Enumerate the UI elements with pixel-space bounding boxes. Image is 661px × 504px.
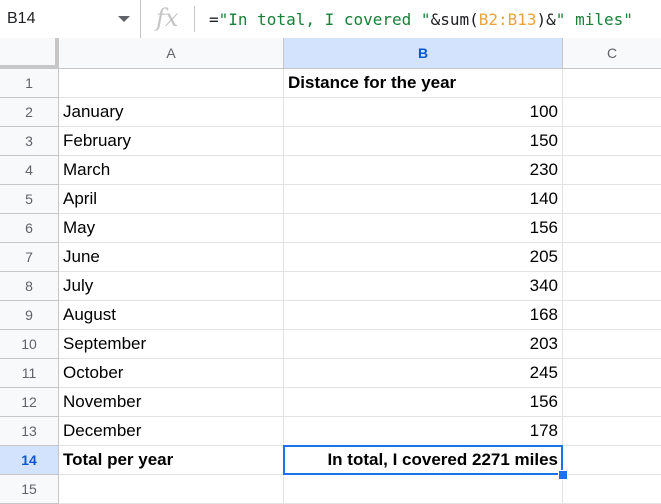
cell-c7[interactable] — [563, 243, 661, 272]
cell-b12[interactable]: 156 — [284, 388, 563, 417]
fill-handle[interactable] — [558, 470, 568, 480]
cell-c12[interactable] — [563, 388, 661, 417]
cell-a2[interactable]: January — [59, 98, 284, 127]
cell-c11[interactable] — [563, 359, 661, 388]
cell-b13[interactable]: 178 — [284, 417, 563, 446]
cell-c1[interactable] — [563, 69, 661, 98]
cell-a3[interactable]: February — [59, 127, 284, 156]
cell-c2[interactable] — [563, 98, 661, 127]
column-header-b[interactable]: B — [284, 38, 563, 69]
name-box[interactable]: B14 — [0, 0, 141, 38]
cell-a12[interactable]: November — [59, 388, 284, 417]
fx-icon: fx — [156, 4, 179, 32]
cell-c8[interactable] — [563, 272, 661, 301]
row-header-1[interactable]: 1 — [0, 69, 59, 98]
cell-a13[interactable]: December — [59, 417, 284, 446]
row-header-7[interactable]: 7 — [0, 243, 59, 272]
cell-a4[interactable]: March — [59, 156, 284, 185]
name-box-value: B14 — [7, 10, 36, 27]
cell-a11[interactable]: October — [59, 359, 284, 388]
cell-c4[interactable] — [563, 156, 661, 185]
row-header-10[interactable]: 10 — [0, 330, 59, 359]
cell-b14[interactable]: In total, I covered 2271 miles — [284, 446, 563, 475]
row-header-13[interactable]: 13 — [0, 417, 59, 446]
row-header-2[interactable]: 2 — [0, 98, 59, 127]
column-header-a[interactable]: A — [59, 38, 284, 69]
formula-bar: B14 fx ="In total, I covered "&sum(B2:B1… — [0, 0, 661, 39]
cell-a14[interactable]: Total per year — [59, 446, 284, 475]
chevron-down-icon[interactable] — [118, 16, 130, 22]
cell-a9[interactable]: August — [59, 301, 284, 330]
formula-divider — [194, 6, 195, 32]
row-header-15[interactable]: 15 — [0, 475, 59, 504]
cell-b7[interactable]: 205 — [284, 243, 563, 272]
cell-c10[interactable] — [563, 330, 661, 359]
formula-operator-2: )& — [536, 10, 556, 29]
cell-c3[interactable] — [563, 127, 661, 156]
cell-c14[interactable] — [563, 446, 661, 475]
cell-b9[interactable]: 168 — [284, 301, 563, 330]
cell-b4[interactable]: 230 — [284, 156, 563, 185]
formula-equals: = — [209, 10, 219, 29]
row-header-5[interactable]: 5 — [0, 185, 59, 214]
row-header-6[interactable]: 6 — [0, 214, 59, 243]
cell-a7[interactable]: June — [59, 243, 284, 272]
cell-b11[interactable]: 245 — [284, 359, 563, 388]
select-all-corner[interactable] — [0, 38, 59, 69]
cell-a5[interactable]: April — [59, 185, 284, 214]
cell-a10[interactable]: September — [59, 330, 284, 359]
formula-operator-1: &sum( — [430, 10, 479, 29]
row-header-9[interactable]: 9 — [0, 301, 59, 330]
formula-string-1: "In total, I covered " — [218, 10, 431, 29]
cell-c9[interactable] — [563, 301, 661, 330]
row-header-8[interactable]: 8 — [0, 272, 59, 301]
formula-string-2: " miles" — [555, 10, 633, 29]
cell-b3[interactable]: 150 — [284, 127, 563, 156]
cell-b15[interactable] — [284, 475, 563, 504]
cell-b5[interactable]: 140 — [284, 185, 563, 214]
cell-a6[interactable]: May — [59, 214, 284, 243]
cell-b1[interactable]: Distance for the year — [284, 69, 563, 98]
cell-b8[interactable]: 340 — [284, 272, 563, 301]
row-header-11[interactable]: 11 — [0, 359, 59, 388]
cell-b2[interactable]: 100 — [284, 98, 563, 127]
cell-c6[interactable] — [563, 214, 661, 243]
cell-c15[interactable] — [563, 475, 661, 504]
column-header-c[interactable]: C — [563, 38, 661, 69]
cell-a15[interactable] — [59, 475, 284, 504]
formula-input[interactable]: ="In total, I covered "&sum(B2:B13)&" mi… — [209, 10, 633, 29]
cell-c13[interactable] — [563, 417, 661, 446]
row-header-12[interactable]: 12 — [0, 388, 59, 417]
cell-b6[interactable]: 156 — [284, 214, 563, 243]
row-header-4[interactable]: 4 — [0, 156, 59, 185]
cell-a1[interactable] — [59, 69, 284, 98]
cell-b10[interactable]: 203 — [284, 330, 563, 359]
row-header-14[interactable]: 14 — [0, 446, 59, 475]
formula-range-ref: B2:B13 — [478, 10, 537, 29]
cell-a8[interactable]: July — [59, 272, 284, 301]
cell-c5[interactable] — [563, 185, 661, 214]
row-header-3[interactable]: 3 — [0, 127, 59, 156]
